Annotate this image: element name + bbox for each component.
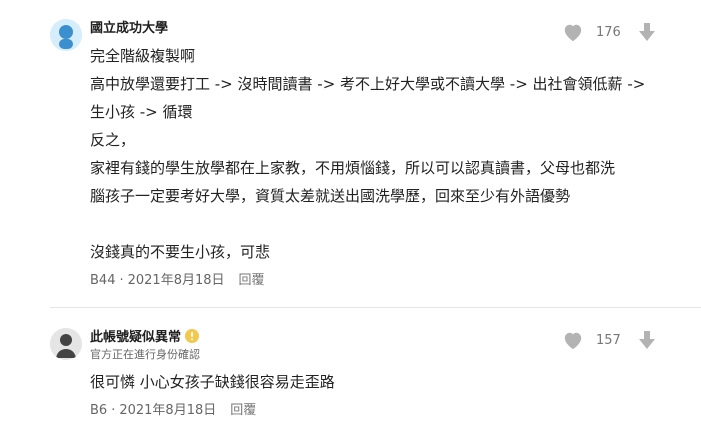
default-avatar-icon <box>50 328 82 360</box>
comment-item: 此帳號疑似異常 官方正在進行身份確認 157 很可憐 小心女孩子缺錢很容易走歪路… <box>0 308 701 428</box>
comment-meta: B6 · 2021年8月18日 回覆 <box>90 403 256 419</box>
dislike-button[interactable] <box>638 22 656 42</box>
down-arrow-icon <box>639 331 655 349</box>
comment-item: 國立成功大學 176 完全階級複製啊 高中放學還要打工 -> 沒時間讀書 -> … <box>0 0 701 307</box>
school-avatar-icon <box>50 19 82 51</box>
comment-line: 反之， <box>90 131 136 149</box>
dislike-button[interactable] <box>638 330 656 350</box>
like-count: 176 <box>596 24 621 40</box>
warning-icon[interactable] <box>185 329 200 343</box>
like-count: 157 <box>596 332 621 348</box>
author-name-text: 此帳號疑似異常 <box>90 330 182 345</box>
comment-line: 家裡有錢的學生放學都在上家教，不用煩惱錢，所以可以認真讀書，父母也都洗 <box>90 159 616 177</box>
account-status-note: 官方正在進行身份確認 <box>90 348 200 361</box>
comment-body: 完全階級複製啊 高中放學還要打工 -> 沒時間讀書 -> 考不上好大學或不讀大學… <box>90 42 661 266</box>
author-name[interactable]: 此帳號疑似異常 <box>90 329 200 346</box>
reply-button[interactable]: 回覆 <box>230 403 256 418</box>
comment-meta: B44 · 2021年8月18日 回覆 <box>90 273 265 289</box>
comment-line: 沒錢真的不要生小孩，可悲 <box>90 243 271 261</box>
post-date: 2021年8月18日 <box>127 273 225 288</box>
avatar[interactable] <box>50 19 82 51</box>
avatar[interactable] <box>50 328 82 360</box>
reply-button[interactable]: 回覆 <box>239 273 265 288</box>
heart-icon <box>564 24 582 42</box>
comment-line: 完全階級複製啊 <box>90 47 196 65</box>
comment-actions: 157 <box>562 329 656 351</box>
author-name[interactable]: 國立成功大學 <box>90 21 168 37</box>
comment-line: 很可憐 小心女孩子缺錢很容易走歪路 <box>90 373 335 391</box>
comment-line <box>90 210 661 238</box>
down-arrow-icon <box>639 23 655 41</box>
comment-body: 很可憐 小心女孩子缺錢很容易走歪路 <box>90 368 661 396</box>
meta-separator: · <box>119 273 124 288</box>
floor-number: B6 <box>90 403 108 418</box>
meta-separator: · <box>111 403 116 418</box>
heart-icon <box>564 332 582 350</box>
comment-line: 腦孩子一定要考好大學，資質太差就送出國洗學歷，回來至少有外語優勢 <box>90 187 571 205</box>
post-date: 2021年8月18日 <box>119 403 217 418</box>
comment-line: 高中放學還要打工 -> 沒時間讀書 -> 考不上好大學或不讀大學 -> 出社會領… <box>90 75 646 93</box>
like-button[interactable]: 176 <box>562 22 622 42</box>
comment-line: 生小孩 -> 循環 <box>90 103 193 121</box>
like-button[interactable]: 157 <box>562 330 622 350</box>
comment-actions: 176 <box>562 21 656 43</box>
floor-number: B44 <box>90 273 116 288</box>
